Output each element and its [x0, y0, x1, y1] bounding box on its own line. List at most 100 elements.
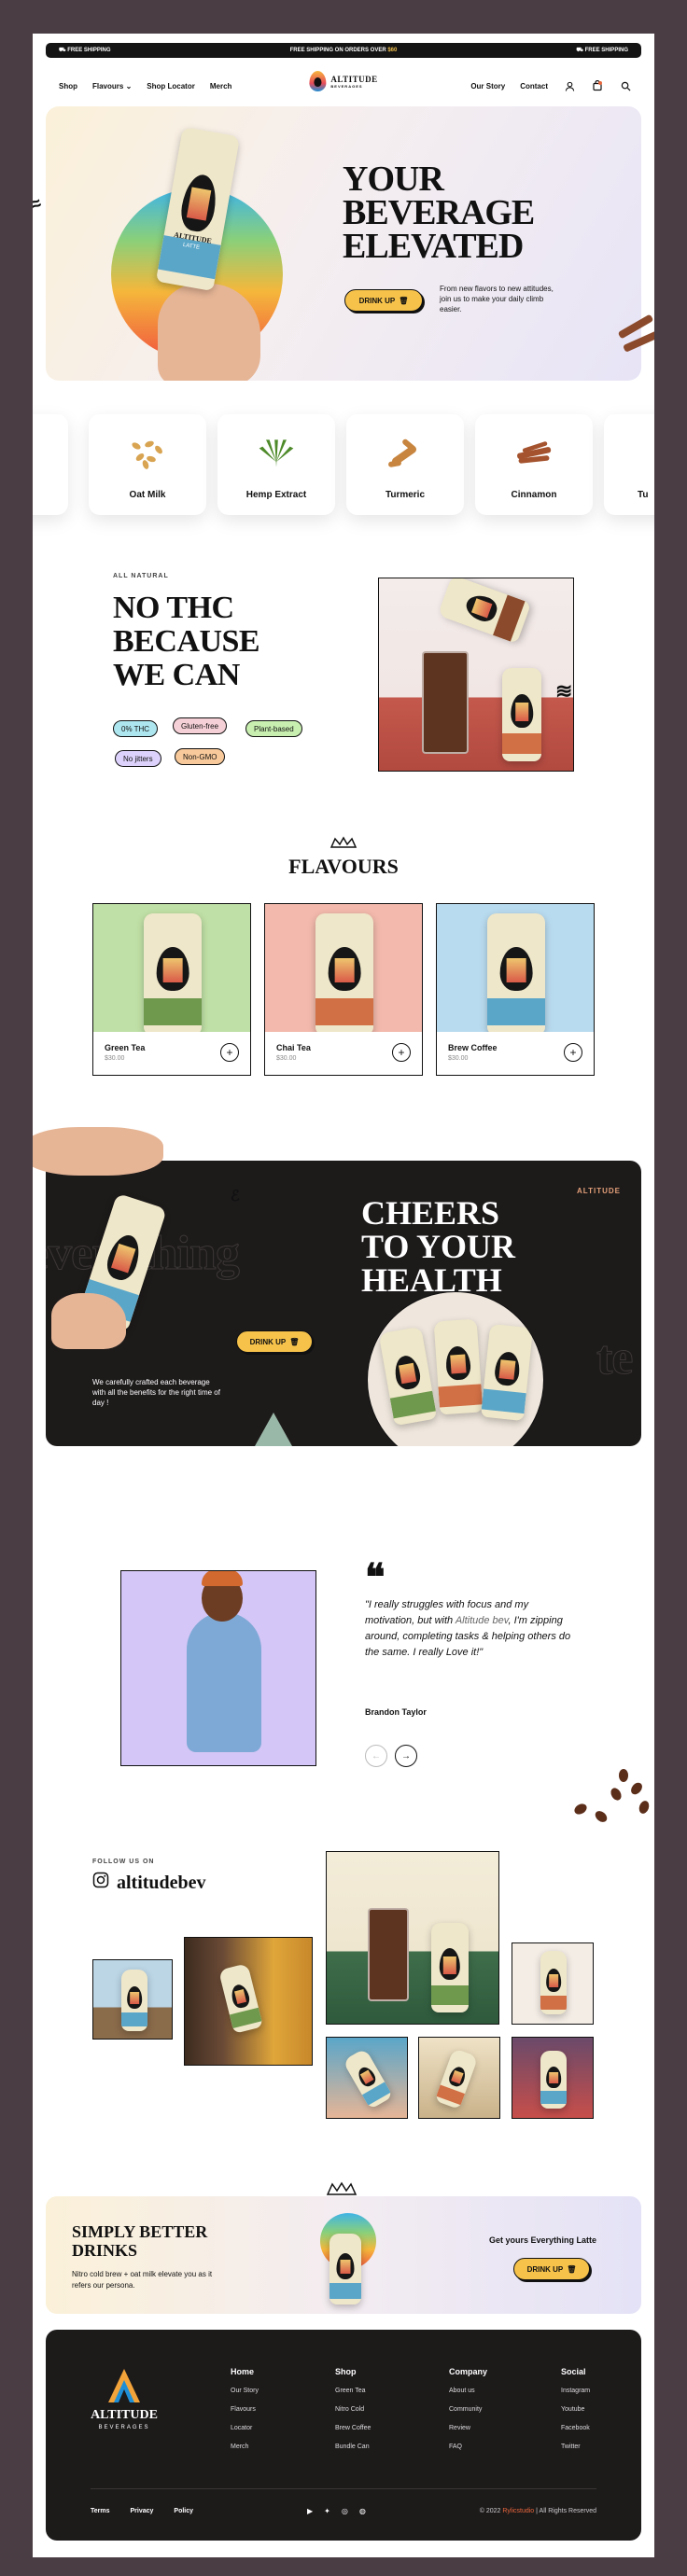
nav-shop[interactable]: Shop: [59, 82, 77, 91]
flavour-card-brew-coffee[interactable]: Brew Coffee $30.00 +: [436, 903, 595, 1076]
footer-logo[interactable]: ALTITUDE BEVERAGES: [87, 2367, 161, 2430]
wave-decoration: ≋: [555, 679, 573, 703]
footer-link[interactable]: Review: [449, 2419, 487, 2438]
cans-circle-photo: [367, 1291, 544, 1446]
prev-arrow-button[interactable]: ←: [365, 1745, 387, 1767]
footer-link[interactable]: Community: [449, 2401, 487, 2419]
cart-icon: 🗑: [289, 1337, 300, 1346]
instagram-post[interactable]: [92, 1959, 173, 2040]
cheers-drink-up-button[interactable]: DRINK UP 🗑: [236, 1330, 313, 1353]
flavour-card-green-tea[interactable]: Green Tea $30.00 +: [92, 903, 251, 1076]
instagram-icon[interactable]: ◎: [342, 2507, 348, 2515]
footer-link[interactable]: Instagram: [561, 2382, 590, 2401]
footer-link[interactable]: Facebook: [561, 2419, 590, 2438]
tag-non-gmo: Non-GMO: [175, 748, 226, 765]
instagram-post[interactable]: [512, 2037, 594, 2119]
footer-policy-link[interactable]: Policy: [174, 2508, 193, 2514]
flavour-price: $30.00: [276, 1055, 297, 1062]
turmeric-root-icon: [385, 435, 426, 472]
ingredient-card-partial[interactable]: Tu: [604, 414, 654, 515]
footer-column-home: Home Our Story Flavours Locator Merch: [231, 2365, 259, 2457]
truck-icon: ⛟: [59, 48, 68, 53]
footer-link[interactable]: Our Story: [231, 2382, 259, 2401]
dribbble-icon[interactable]: ◍: [359, 2507, 366, 2515]
cta-drink-up-button[interactable]: DRINK UP 🗑: [513, 2258, 590, 2280]
chai-can-image: [502, 668, 541, 761]
instagram-post[interactable]: [418, 2037, 500, 2119]
can-image: [218, 1963, 263, 2034]
footer-link[interactable]: Twitter: [561, 2438, 590, 2457]
shipping-right: ⛟ FREE SHIPPING: [576, 48, 628, 53]
footer-link[interactable]: About us: [449, 2382, 487, 2401]
footer-link[interactable]: Nitro Cold: [335, 2401, 371, 2419]
cta-title: SIMPLY BETTER DRINKS: [72, 2222, 208, 2260]
footer-link[interactable]: Youtube: [561, 2401, 590, 2419]
can-image: [540, 1951, 567, 2014]
search-icon[interactable]: [619, 79, 632, 92]
chevron-down-icon: ⌄: [125, 81, 133, 91]
nav-our-story[interactable]: Our Story: [470, 82, 505, 91]
flavours-title: FLAVOURS: [288, 855, 399, 878]
hand-image: [51, 1293, 126, 1349]
instagram-post[interactable]: [326, 1851, 499, 2025]
green-tea-can-image: [378, 1326, 438, 1427]
coffee-can-image: [480, 1323, 534, 1422]
hero-banner: ALTITUDE LATTE YOUR BEVERAGE ELEVATED DR…: [46, 106, 641, 381]
footer-divider: [91, 2488, 596, 2489]
footer-privacy-link[interactable]: Privacy: [131, 2508, 154, 2514]
flavour-price: $30.00: [105, 1055, 125, 1062]
coffee-bean-decoration: [628, 1780, 645, 1797]
brew-coffee-can-image: [487, 913, 545, 1035]
instagram-post[interactable]: [512, 1942, 594, 2025]
cart-icon[interactable]: [591, 79, 604, 92]
hero-title: YOUR BEVERAGE ELEVATED: [343, 160, 535, 266]
coffee-bean-decoration: [572, 1802, 589, 1817]
nav-flavours[interactable]: Flavours ⌄: [92, 82, 132, 91]
footer-link[interactable]: Bundle Can: [335, 2438, 371, 2457]
footer-link[interactable]: Green Tea: [335, 2382, 371, 2401]
ingredient-card-cinnamon[interactable]: Cinnamon: [475, 414, 593, 515]
ingredient-card-partial[interactable]: ic: [33, 414, 68, 515]
footer-link[interactable]: FAQ: [449, 2438, 487, 2457]
cinnamon-icon: [513, 435, 554, 472]
footer-link[interactable]: Locator: [231, 2419, 259, 2438]
copyright: © 2022 Rylicstudio | All Rights Reserved: [479, 2508, 596, 2514]
ingredient-card-hemp[interactable]: Hemp Extract: [217, 414, 335, 515]
add-to-cart-button[interactable]: +: [392, 1043, 411, 1062]
brand-label: ALTITUDE: [577, 1187, 621, 1195]
mountain-decoration: [255, 1413, 292, 1446]
add-to-cart-button[interactable]: +: [564, 1043, 582, 1062]
footer-link[interactable]: Brew Coffee: [335, 2419, 371, 2438]
footer-link[interactable]: Flavours: [231, 2401, 259, 2419]
nav-contact[interactable]: Contact: [520, 82, 548, 91]
nav-merch[interactable]: Merch: [210, 82, 232, 91]
cta-banner: SIMPLY BETTER DRINKS Nitro cold brew + o…: [46, 2196, 641, 2314]
main-nav: Shop Flavours ⌄ Shop Locator Merch ALTIT…: [46, 65, 641, 106]
nav-shop-locator[interactable]: Shop Locator: [147, 82, 195, 91]
ingredient-label: Turmeric: [385, 490, 426, 500]
twitter-icon[interactable]: ✦: [324, 2507, 330, 2515]
brand-logo[interactable]: ALTITUDE BEVERAGES: [309, 71, 377, 91]
next-arrow-button[interactable]: →: [395, 1745, 417, 1767]
footer-column-social: Social Instagram Youtube Facebook Twitte…: [561, 2365, 590, 2457]
instagram-handle[interactable]: altitudebev: [92, 1872, 206, 1894]
squiggle-decoration: ℰ: [231, 1189, 240, 1204]
ingredient-card-oat-milk[interactable]: Oat Milk: [89, 414, 206, 515]
hero-drink-up-button[interactable]: DRINK UP 🗑: [344, 289, 423, 312]
instagram-post[interactable]: [326, 2037, 408, 2119]
chai-can-image: [433, 1318, 484, 1415]
footer-link[interactable]: Merch: [231, 2438, 259, 2457]
flavour-name: Brew Coffee: [448, 1043, 498, 1052]
ingredient-card-turmeric[interactable]: Turmeric: [346, 414, 464, 515]
instagram-icon: [92, 1872, 109, 1894]
user-icon[interactable]: [563, 79, 576, 92]
flavour-card-chai-tea[interactable]: Chai Tea $30.00 +: [264, 903, 423, 1076]
cheers-description: We carefully crafted each beverage with …: [92, 1378, 220, 1407]
add-to-cart-button[interactable]: +: [220, 1043, 239, 1062]
oat-icon: [127, 435, 168, 472]
youtube-icon[interactable]: ▶: [307, 2507, 313, 2515]
coffee-glass-photo: [378, 578, 574, 772]
instagram-post[interactable]: [184, 1937, 313, 2066]
background-word-partial: te: [596, 1331, 633, 1385]
footer-terms-link[interactable]: Terms: [91, 2508, 110, 2514]
